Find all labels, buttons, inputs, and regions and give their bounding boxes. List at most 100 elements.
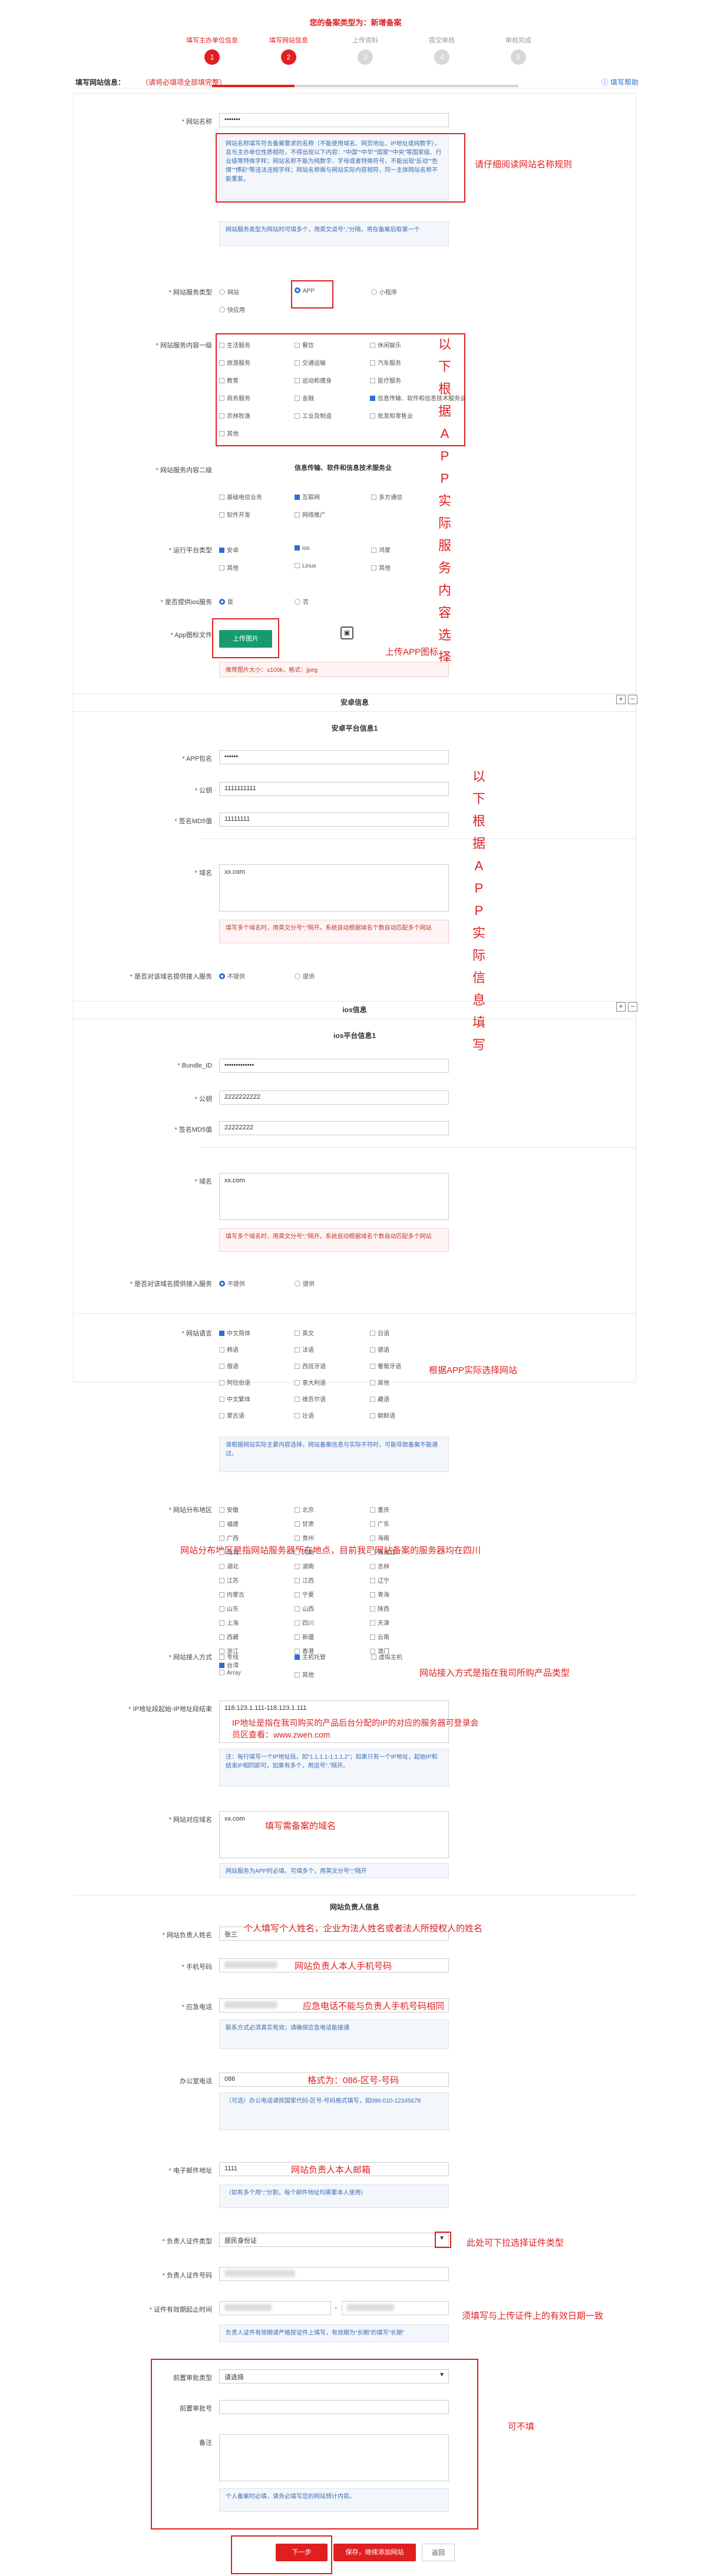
category-item[interactable]: 网络推广 xyxy=(295,510,326,519)
platform-linux[interactable]: Linux xyxy=(295,563,316,569)
cancel-button[interactable]: 返回 xyxy=(422,2544,455,2561)
content-item[interactable]: 信息传输、软件和信息技术服务业 xyxy=(370,393,466,402)
md5-input[interactable]: 11111111 xyxy=(219,813,449,827)
site-domain-textarea[interactable]: xx.com xyxy=(219,1811,449,1858)
region-item[interactable]: 浙江 xyxy=(219,1646,239,1655)
lang-item[interactable]: 阿拉伯语 xyxy=(219,1378,250,1387)
access-item[interactable]: Array xyxy=(219,1670,241,1676)
lang-item[interactable]: 西班牙语 xyxy=(295,1361,326,1370)
region-item[interactable]: 安徽 xyxy=(219,1505,239,1514)
platform-ios[interactable]: ios xyxy=(295,545,310,552)
next-button[interactable]: 下一步 xyxy=(276,2544,328,2561)
site-name-input[interactable]: ••••••• xyxy=(219,113,449,127)
lang-item[interactable]: 日语 xyxy=(370,1328,389,1337)
region-item[interactable]: 吉林 xyxy=(370,1561,389,1570)
content-item[interactable]: 医疗服务 xyxy=(370,376,401,384)
remove-icon[interactable]: − xyxy=(628,695,637,704)
lang-item[interactable]: 英文 xyxy=(295,1328,314,1337)
add-icon[interactable]: + xyxy=(616,1002,626,1012)
region-item[interactable]: 澳门 xyxy=(370,1646,389,1655)
idnum-input[interactable] xyxy=(219,2267,449,2281)
access-item[interactable]: 其他 xyxy=(295,1670,314,1679)
lang-item[interactable]: 韩语 xyxy=(219,1345,239,1354)
category-item[interactable]: 多方通信 xyxy=(371,492,402,501)
region-item[interactable]: 上海 xyxy=(219,1618,239,1627)
platform-harmony[interactable]: 鸿蒙 xyxy=(371,545,391,554)
access-yes[interactable]: 是 xyxy=(219,597,233,606)
help-link[interactable]: ⓘ 填写帮助 xyxy=(601,77,639,87)
region-item[interactable]: 广东 xyxy=(370,1519,389,1528)
region-item[interactable]: 江西 xyxy=(295,1576,314,1584)
region-item[interactable]: 云南 xyxy=(370,1632,389,1641)
save-continue-button[interactable]: 保存，继续添加网站 xyxy=(333,2544,416,2561)
bundle-input[interactable]: ••••••••••••• xyxy=(219,1059,449,1073)
content-item[interactable]: 生活服务 xyxy=(219,340,250,349)
category-item[interactable]: 基础电信业务 xyxy=(219,492,262,501)
lang-item[interactable]: 其他 xyxy=(370,1378,389,1387)
content-item[interactable]: 餐饮 xyxy=(295,340,314,349)
lang-item[interactable]: 中文简体 xyxy=(219,1328,250,1337)
service-type-site[interactable]: 网站 xyxy=(219,287,239,296)
region-item[interactable]: 西藏 xyxy=(219,1632,239,1641)
add-icon[interactable]: + xyxy=(616,695,626,704)
region-item[interactable]: 山东 xyxy=(219,1604,239,1613)
service-type-miniapp[interactable]: 小程序 xyxy=(371,287,397,296)
content-item[interactable]: 旅游服务 xyxy=(219,358,250,367)
content-item[interactable]: 批发和零售业 xyxy=(370,411,413,420)
region-item[interactable]: 湖北 xyxy=(219,1561,239,1570)
region-item[interactable]: 青海 xyxy=(370,1590,389,1599)
lang-item[interactable]: 蒙古语 xyxy=(219,1411,244,1420)
region-item[interactable]: 黑龙江 xyxy=(370,1547,395,1556)
lang-item[interactable]: 意大利语 xyxy=(295,1378,326,1387)
region-item[interactable]: 陕西 xyxy=(370,1604,389,1613)
region-item[interactable]: 甘肃 xyxy=(295,1519,314,1528)
region-item[interactable]: 山西 xyxy=(295,1604,314,1613)
content-item[interactable]: 农林牧渔 xyxy=(219,411,250,420)
lang-item[interactable]: 朝鲜语 xyxy=(370,1411,395,1420)
ios-md5-input[interactable]: 22222222 xyxy=(219,1121,449,1135)
category-item[interactable]: 互联网 xyxy=(295,492,320,501)
region-item[interactable]: 北京 xyxy=(295,1505,314,1514)
content-item[interactable]: 汽车服务 xyxy=(370,358,401,367)
content-item[interactable]: 交通运输 xyxy=(295,358,326,367)
content-item[interactable]: 休闲娱乐 xyxy=(370,340,401,349)
category-item[interactable]: 软件开发 xyxy=(219,510,250,519)
region-item[interactable]: 内蒙古 xyxy=(219,1590,244,1599)
lang-item[interactable]: 维吾尔语 xyxy=(295,1394,326,1403)
content-item[interactable]: 运动和健身 xyxy=(295,376,332,384)
content-item[interactable]: 商务服务 xyxy=(219,393,250,402)
fw-noprovide[interactable]: 不提供 xyxy=(219,972,245,980)
region-item[interactable]: 重庆 xyxy=(370,1505,389,1514)
remark-textarea[interactable] xyxy=(219,2434,449,2481)
lang-item[interactable]: 藏语 xyxy=(370,1394,389,1403)
lang-item[interactable]: 俄语 xyxy=(219,1361,239,1370)
ios-domain-textarea[interactable]: xx.com xyxy=(219,1173,449,1220)
region-item[interactable]: 贵州 xyxy=(295,1533,314,1542)
region-item[interactable]: 香港 xyxy=(295,1646,314,1655)
region-item[interactable]: 宁夏 xyxy=(295,1590,314,1599)
region-item[interactable]: 四川 xyxy=(295,1618,314,1627)
access-no[interactable]: 否 xyxy=(295,597,309,606)
region-item[interactable]: 辽宁 xyxy=(370,1576,389,1584)
idtype-select[interactable]: 居民身份证 ▼ xyxy=(219,2233,449,2247)
content-item[interactable]: 工业及制造 xyxy=(295,411,332,420)
region-item[interactable]: 天津 xyxy=(370,1618,389,1627)
content-item[interactable]: 金融 xyxy=(295,393,314,402)
valid-end-input[interactable] xyxy=(342,2301,449,2315)
region-item[interactable]: 新疆 xyxy=(295,1632,314,1641)
lang-item[interactable]: 葡萄牙语 xyxy=(370,1361,401,1370)
lang-item[interactable]: 中文繁体 xyxy=(219,1394,250,1403)
region-item[interactable]: 广西 xyxy=(219,1533,239,1542)
pubkey-input[interactable]: 1111111111 xyxy=(219,782,449,796)
lang-item[interactable]: 壮语 xyxy=(295,1411,314,1420)
valid-start-input[interactable] xyxy=(219,2301,331,2315)
platform-other2[interactable]: 其他 xyxy=(371,563,391,572)
region-item[interactable]: 海南 xyxy=(370,1533,389,1542)
ios-fw-noprovide[interactable]: 不提供 xyxy=(219,1279,245,1288)
region-item[interactable]: 江苏 xyxy=(219,1576,239,1584)
content-item[interactable]: 其他 xyxy=(219,429,239,437)
preapproval-num-input[interactable] xyxy=(219,2400,449,2414)
content-item[interactable]: 教育 xyxy=(219,376,239,384)
image-placeholder-icon[interactable]: ▣ xyxy=(340,626,353,639)
region-item[interactable]: 河南 xyxy=(295,1547,314,1556)
